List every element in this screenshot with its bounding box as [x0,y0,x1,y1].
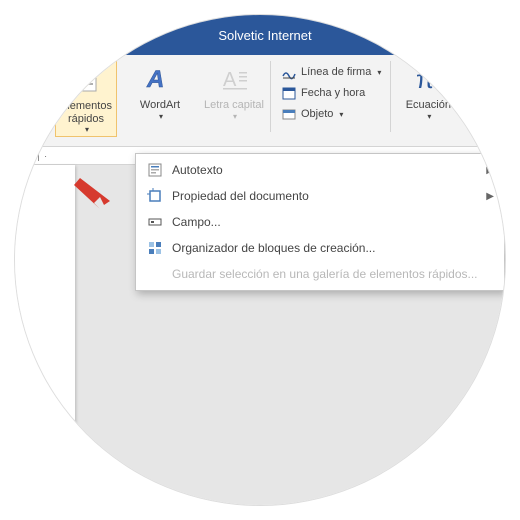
submenu-arrow-icon: ▶ [486,191,494,202]
chevron-down-icon: ▾ [339,110,343,119]
dropdown-campo[interactable]: Campo... [136,209,504,235]
red-arrow-annotation [70,173,120,218]
chevron-down-icon: ▾ [159,112,163,121]
svg-text:A: A [146,66,164,93]
field-icon [144,214,166,230]
minimize-icon[interactable] [503,28,505,43]
dropdown-propiedad[interactable]: Propiedad del documento ▶ [136,183,504,209]
dropdown-organizador[interactable]: Organizador de bloques de creación... [136,235,504,261]
cuadro-texto-button[interactable]: A Cuadro de texto▾ [15,59,43,137]
wordart-button[interactable]: A WordArt▾ [129,59,191,137]
elementos-rapidos-button[interactable]: Elementos rápidos▾ [55,59,117,137]
ruler-marks: 6 · | · 17 · | · [15,151,48,161]
ribbon-display-icon[interactable] [471,27,485,44]
svg-text:Ω: Ω [489,64,505,94]
property-icon [144,188,166,204]
equation-icon: π [412,63,444,95]
chevron-down-icon: ▾ [377,68,381,77]
window-title: Solvetic Internet [218,28,311,43]
dropcap-icon: A [218,63,250,95]
object-icon [281,106,297,122]
symbol-icon: Ω [486,63,505,95]
ribbon: A Cuadro de texto▾ Elementos rápidos▾ A … [15,55,505,147]
linea-firma-button[interactable]: Línea de firma ▾ [277,63,385,81]
titlebar: Solvetic Internet [15,15,505,55]
chevron-down-icon: ▾ [427,112,431,121]
date-icon [281,85,297,101]
textbox-icon: A [15,63,28,95]
quickparts-dropdown: Autotexto ▶ Propiedad del documento ▶ Ca… [135,153,505,291]
page[interactable] [15,165,75,485]
fecha-hora-button[interactable]: Fecha y hora [277,84,385,102]
wordart-icon: A [144,63,176,95]
letra-capital-button: A Letra capital▾ [203,59,265,137]
chevron-down-icon: ▾ [501,112,505,121]
dropdown-autotexto[interactable]: Autotexto ▶ [136,157,504,183]
objeto-button[interactable]: Objeto ▾ [277,105,385,123]
organizer-icon [144,240,166,256]
autotext-icon [144,162,166,178]
submenu-arrow-icon: ▶ [486,165,494,176]
quickparts-icon [70,64,102,96]
simbolo-button[interactable]: Ω Símbolo▾ [471,59,505,137]
chevron-down-icon: ▾ [233,112,237,121]
svg-text:π: π [416,64,434,94]
signature-icon [281,64,297,80]
svg-text:A: A [223,69,237,91]
ecuacion-button[interactable]: π Ecuación▾ [397,59,459,137]
chevron-down-icon: ▾ [85,125,89,134]
dropdown-guardar: Guardar selección en una galería de elem… [136,261,504,287]
